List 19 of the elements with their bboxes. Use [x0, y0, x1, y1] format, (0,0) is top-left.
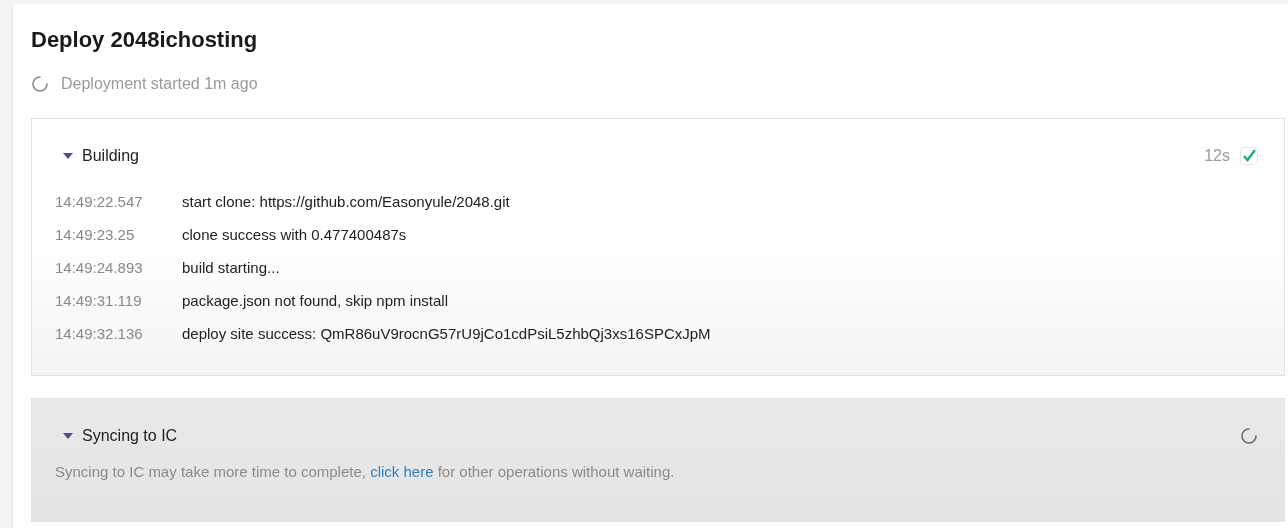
- log-message: clone success with 0.477400487s: [182, 225, 407, 246]
- log-time: 14:49:32.136: [55, 324, 144, 345]
- log-message: start clone: https://github.com/Easonyule/2048.git: [182, 192, 510, 213]
- caret-icon: [62, 432, 74, 440]
- stage-toggle[interactable]: Building: [62, 144, 139, 168]
- click-here-link[interactable]: click here: [370, 463, 434, 480]
- stage-toggle[interactable]: Syncing to IC: [62, 424, 178, 448]
- stage-duration: 12s: [1204, 146, 1230, 166]
- caret-icon: [62, 152, 74, 160]
- sync-note: Syncing to IC may take more time to complete, click here for other operations without waiting.: [54, 462, 676, 482]
- log-message: deploy site success: QmR86uV9rocnG57rU9jCo1cdPsiL5zhbQj3xs16SPCxJpM: [182, 324, 711, 345]
- deployment-status: Deployment started 1m ago: [61, 74, 258, 94]
- page-title: Deploy 2048ichosting: [31, 26, 259, 54]
- log-time: 14:49:23.25: [55, 225, 136, 246]
- log-message: build starting...: [182, 258, 280, 279]
- log-time: 14:49:22.547: [55, 192, 144, 213]
- log-message: package.json not found, skip npm install: [182, 291, 448, 312]
- log-time: 14:49:24.893: [55, 258, 144, 279]
- log-time: 14:49:31.119: [55, 291, 143, 312]
